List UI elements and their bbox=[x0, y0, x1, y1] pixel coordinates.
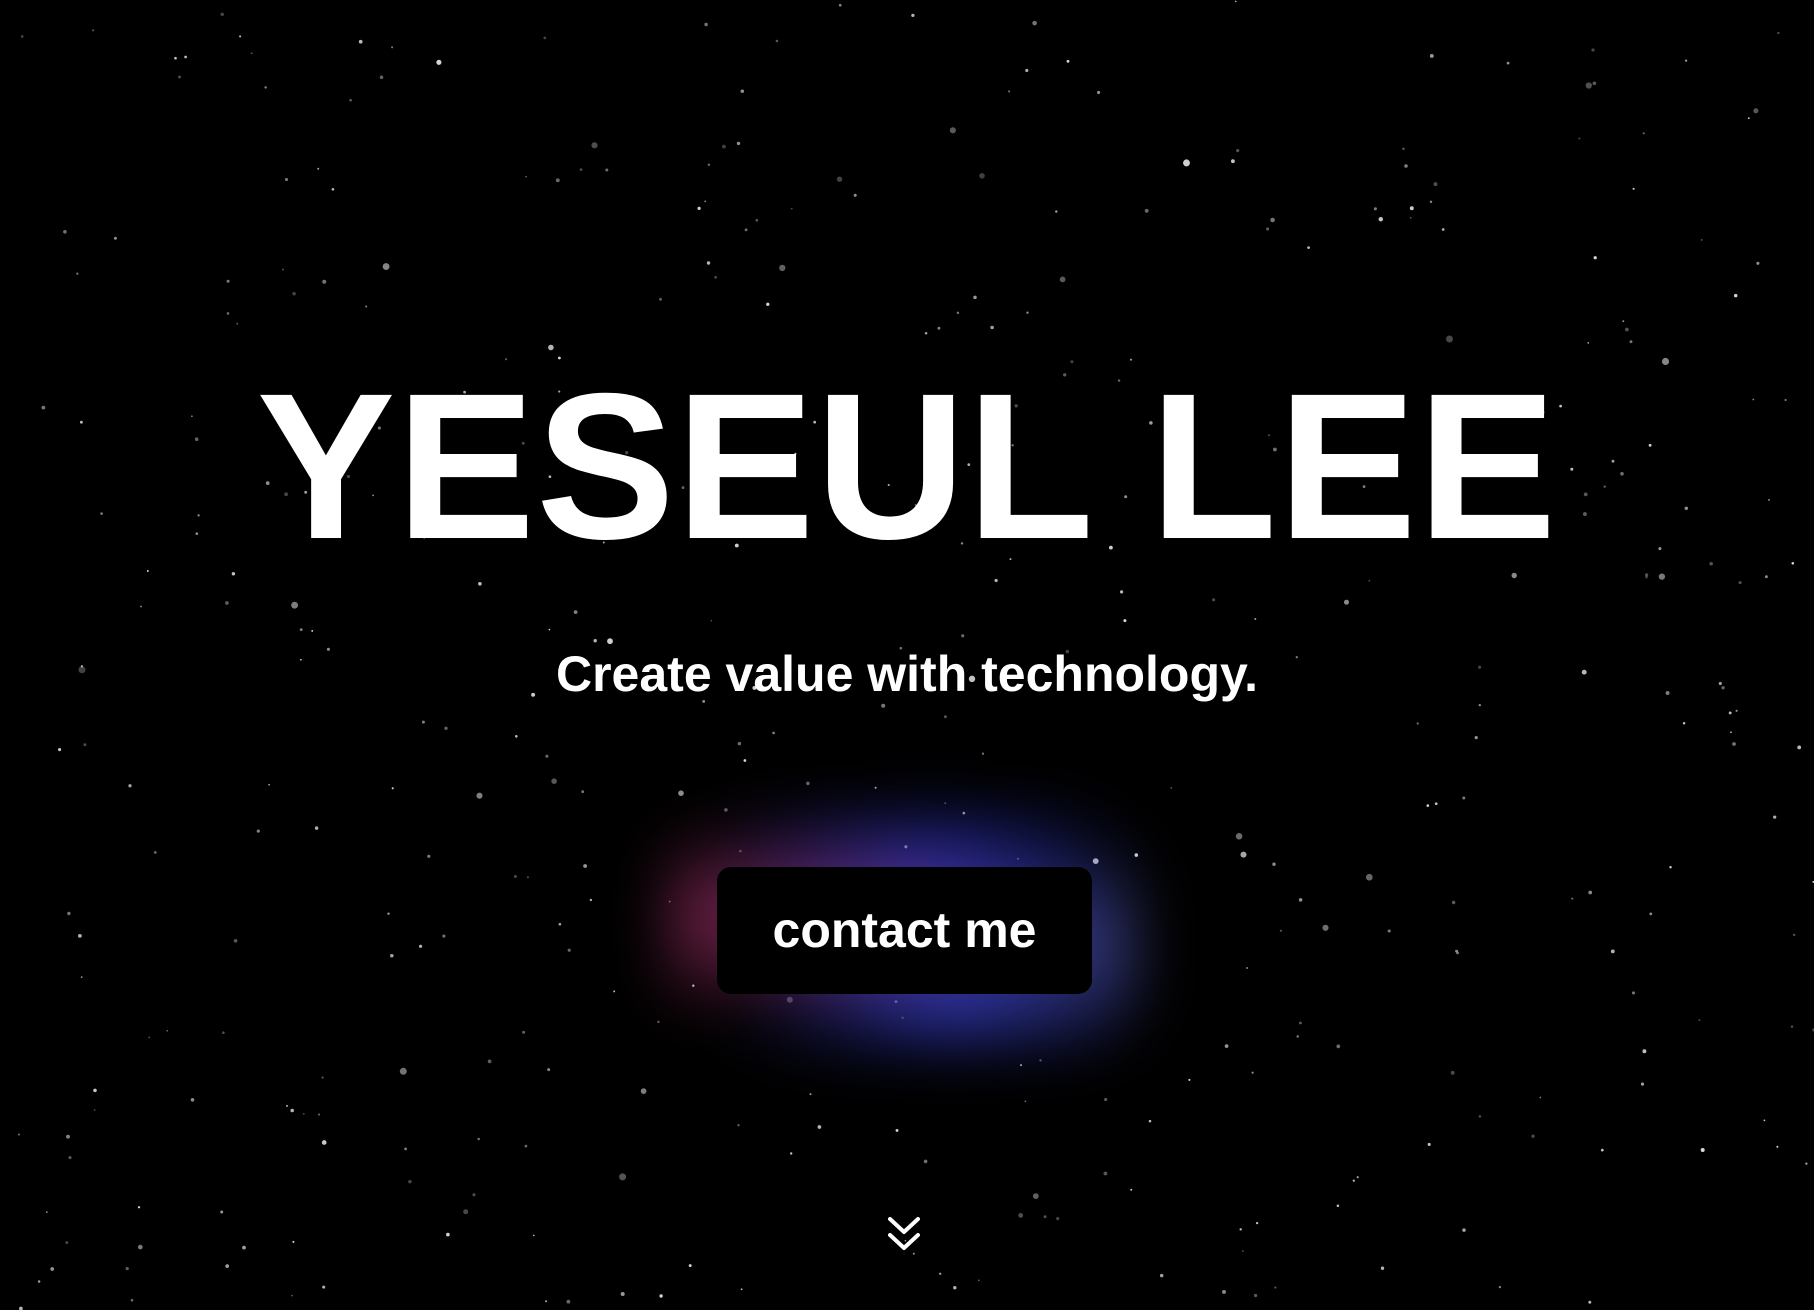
page-title: YESEUL LEE bbox=[256, 351, 1558, 583]
contact-me-button[interactable]: contact me bbox=[717, 867, 1092, 994]
hero-tagline: Create value with technology. bbox=[555, 646, 1258, 702]
hero-section: YESEUL LEE Create value with technology.… bbox=[0, 0, 1814, 1310]
double-chevron-down-icon[interactable] bbox=[886, 1215, 922, 1253]
